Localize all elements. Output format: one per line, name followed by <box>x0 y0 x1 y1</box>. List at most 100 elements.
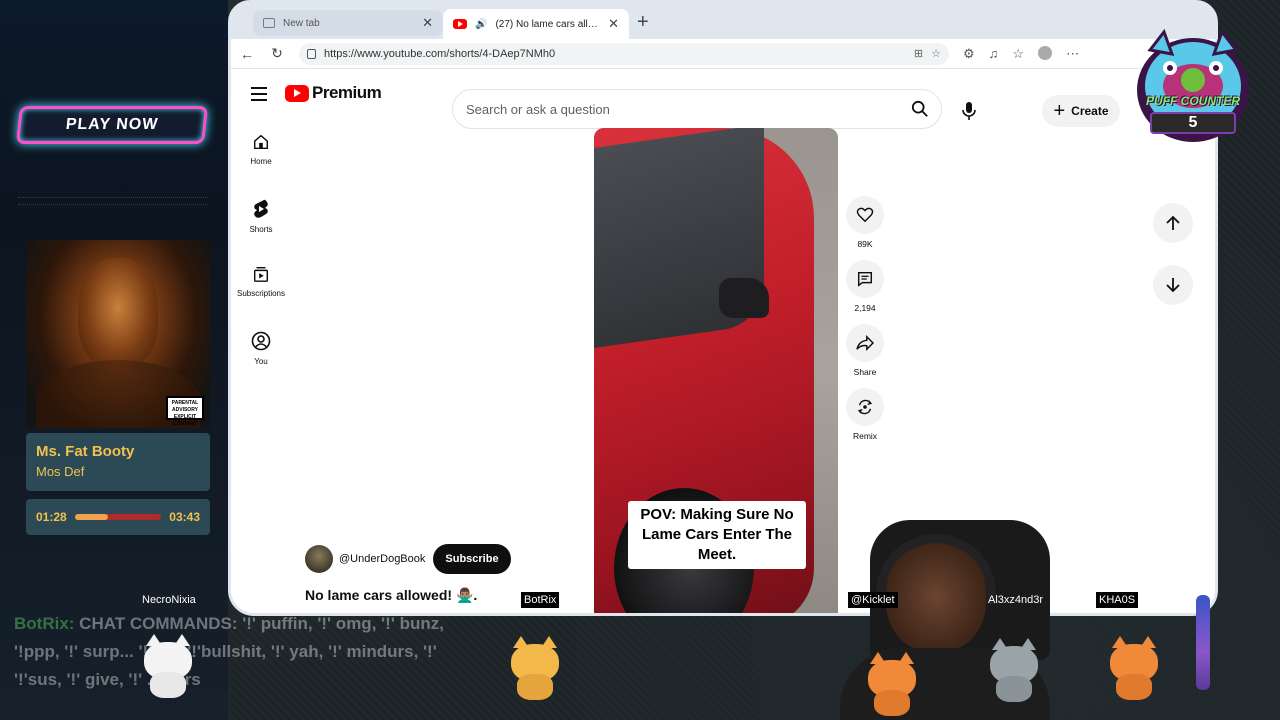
chat-username: @Kicklet <box>848 592 898 608</box>
subscribe-button[interactable]: Subscribe <box>433 544 511 574</box>
favorites-icon[interactable]: ☆ <box>1012 46 1024 62</box>
chat-bot-name: BotRix: <box>14 614 75 633</box>
remix-label: Remix <box>852 431 878 441</box>
create-button[interactable]: + Create <box>1042 95 1120 127</box>
arrow-down-icon <box>1166 278 1180 293</box>
sidebar-item-home[interactable]: Home <box>231 133 291 199</box>
puff-counter-label: PUFF COUNTER <box>1146 94 1240 108</box>
reload-icon[interactable]: ↻ <box>269 45 285 62</box>
more-menu-icon[interactable]: ⋯ <box>1066 46 1079 62</box>
address-bar: ← ↻ https://www.youtube.com/shorts/4-DAe… <box>231 39 1215 69</box>
song-artist: Mos Def <box>36 464 85 479</box>
chat-line-2: '!ppp, '!' surp... '!'get, '!'bullshit, … <box>14 642 437 661</box>
url-text: https://www.youtube.com/shorts/4-DAep7NM… <box>324 47 556 60</box>
subscriptions-icon <box>253 266 269 282</box>
remix-action: Remix <box>845 388 885 441</box>
like-action: 89K <box>845 196 885 249</box>
sidebar-item-shorts[interactable]: Shorts <box>231 199 291 265</box>
sidebar-item-label: Home <box>250 157 272 166</box>
cat-avatar <box>1104 636 1164 700</box>
search-input[interactable]: Search or ask a question <box>452 89 942 129</box>
chat-line-1: BotRix: CHAT COMMANDS: '!' puffin, '!' o… <box>14 610 574 638</box>
channel-name[interactable]: @UnderDogBook <box>339 553 425 565</box>
video-progress-bar[interactable] <box>594 615 838 616</box>
favorite-star-icon[interactable]: ☆ <box>931 47 941 60</box>
tab-bar: New tab ✕ 🔊 (27) No lame cars allowed! 🙅… <box>231 3 1215 39</box>
short-title[interactable]: No lame cars allowed! 🙅🏽‍♂️. <box>305 587 477 604</box>
comment-icon <box>857 271 873 287</box>
song-elapsed: 01:28 <box>36 510 67 524</box>
cat-avatar <box>138 634 198 698</box>
song-progress-fill <box>74 514 109 520</box>
song-duration: 03:43 <box>169 510 200 524</box>
previous-short-button[interactable] <box>1153 203 1193 243</box>
voice-search-mic-icon[interactable] <box>953 95 985 127</box>
new-tab-icon <box>263 18 275 28</box>
new-tab-plus-icon[interactable]: + <box>637 11 649 34</box>
share-action: Share <box>845 324 885 377</box>
tab-label: (27) No lame cars allowed! 🙅🏽‍♂️ <box>495 18 601 30</box>
next-short-button[interactable] <box>1153 265 1193 305</box>
song-title: Ms. Fat Booty <box>36 443 135 460</box>
sidebar-item-subscriptions[interactable]: Subscriptions <box>231 265 291 331</box>
channel-row: @UnderDogBook Subscribe <box>305 544 511 574</box>
parental-advisory-badge: PARENTAL ADVISORY EXPLICIT CONTENT <box>166 396 204 427</box>
extensions-icon[interactable]: ⚙ <box>963 46 975 62</box>
youtube-header: Premium Search or ask a question + Creat… <box>231 69 1215 129</box>
remix-button[interactable] <box>846 388 884 426</box>
share-label: Share <box>853 367 877 377</box>
chat-overlay: BotRix: CHAT COMMANDS: '!' puffin, '!' o… <box>14 610 574 694</box>
like-count: 89K <box>857 239 873 249</box>
back-arrow-icon[interactable]: ← <box>239 46 255 62</box>
remix-icon <box>857 399 873 415</box>
chat-username: Al3xz4nd3r <box>988 594 1044 606</box>
logo-text: Premium <box>312 83 382 102</box>
close-icon[interactable]: ✕ <box>608 16 619 32</box>
search-icon[interactable] <box>899 90 941 128</box>
create-label: Create <box>1071 104 1109 118</box>
cat-avatar <box>984 638 1044 702</box>
arrow-up-icon <box>1166 215 1180 230</box>
chat-line-3: '!'sus, '!' give, '!' ... eers <box>14 670 201 689</box>
chat-username: KHA0S <box>1096 592 1139 608</box>
search-placeholder: Search or ask a question <box>466 101 610 117</box>
short-video-player[interactable]: POV: Making Sure No Lame Cars Enter The … <box>594 128 838 616</box>
side-character <box>1196 595 1210 690</box>
tab-new-tab[interactable]: New tab ✕ <box>253 10 443 36</box>
comments-button[interactable] <box>846 260 884 298</box>
sidebar-item-label: Subscriptions <box>236 289 286 298</box>
tab-youtube-short[interactable]: 🔊 (27) No lame cars allowed! 🙅🏽‍♂️ ✕ <box>443 9 629 39</box>
short-navigation <box>1153 203 1193 327</box>
tab-label: New tab <box>283 17 320 29</box>
video-car-mirror <box>719 278 769 318</box>
play-now-banner: PLAY NOW <box>16 106 208 144</box>
sidebar-item-label: Shorts <box>249 225 273 234</box>
shorts-icon <box>254 199 268 218</box>
cat-avatar <box>505 636 565 700</box>
share-button[interactable] <box>846 324 884 362</box>
banner-fineprint <box>18 197 208 205</box>
short-actions: 89K 2,194 Share Remix <box>845 196 885 452</box>
youtube-premium-logo[interactable]: Premium <box>285 83 382 103</box>
sidebar-item-label: You <box>254 357 268 366</box>
home-icon <box>253 134 269 150</box>
album-art-face <box>78 258 158 368</box>
url-field[interactable]: https://www.youtube.com/shorts/4-DAep7NM… <box>299 42 949 65</box>
speaker-icon[interactable]: 🔊 <box>475 19 487 30</box>
you-icon <box>251 331 271 351</box>
profile-avatar[interactable] <box>1038 45 1053 60</box>
cat-avatar <box>862 652 922 716</box>
channel-avatar[interactable] <box>305 545 333 573</box>
song-progress-bar <box>74 514 162 520</box>
now-playing-card: Ms. Fat Booty Mos Def <box>26 433 210 491</box>
media-control-icon[interactable]: ♫ <box>989 46 999 62</box>
close-icon[interactable]: ✕ <box>422 15 433 31</box>
like-button[interactable] <box>846 196 884 234</box>
comment-count: 2,194 <box>854 303 876 313</box>
chat-username: BotRix <box>521 592 560 608</box>
app-available-icon[interactable]: ⊞ <box>914 47 923 60</box>
sidebar-item-you[interactable]: You <box>231 331 291 397</box>
plus-icon: + <box>1053 100 1066 122</box>
menu-icon[interactable] <box>251 87 267 105</box>
site-info-icon[interactable] <box>307 48 316 59</box>
